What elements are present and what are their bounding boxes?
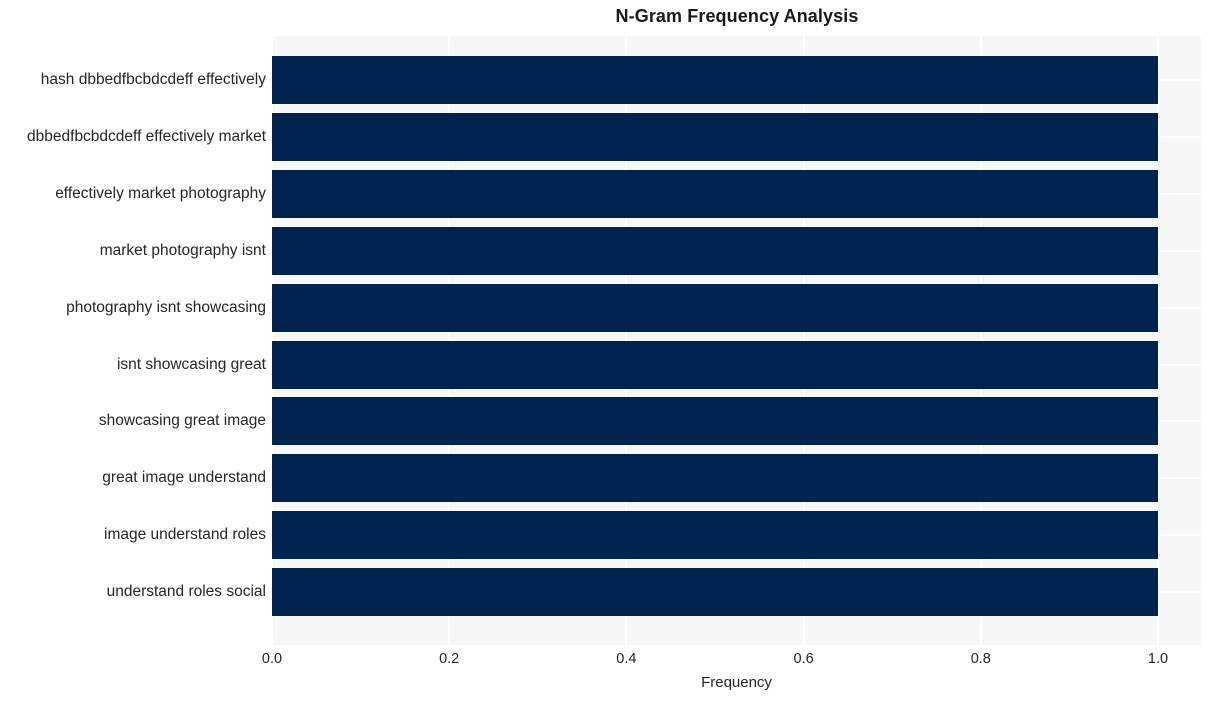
y-axis-tick-label: isnt showcasing great [116,356,266,373]
y-axis-tick-label: dbbedfbcbdcdeff effectively market [27,128,266,145]
y-axis-tick-label: great image understand [102,469,266,486]
x-axis-tick-label: 0.8 [970,651,991,667]
y-axis-tick-label: photography isnt showcasing [66,299,266,316]
bar[interactable] [272,568,1158,616]
bar[interactable] [272,454,1158,502]
x-axis-tick-label: 1.0 [1147,651,1169,667]
bar[interactable] [272,284,1158,332]
y-axis-tick-label: hash dbbedfbcbdcdeff effectively [40,71,266,88]
y-axis-tick-label: image understand roles [104,526,266,543]
x-axis-tick-label: 0.0 [261,651,283,667]
bar[interactable] [272,341,1158,389]
bar[interactable] [272,56,1158,104]
x-axis-tick-labels: 0.0 0.2 0.4 0.6 0.8 1.0 [0,651,1212,673]
chart-figure: N-Gram Frequency Analysis hash dbbedfbcb… [0,0,1212,701]
y-axis-tick-label: effectively market photography [55,185,266,202]
y-axis-tick-label: showcasing great image [98,412,266,429]
x-axis-tick-label: 0.4 [616,651,637,667]
y-axis-tick-label: understand roles social [106,583,266,600]
bar[interactable] [272,227,1158,275]
y-axis-tick-label: market photography isnt [99,242,266,259]
bar[interactable] [272,113,1158,161]
bar[interactable] [272,170,1158,218]
plot-area [272,36,1201,645]
page-title: N-Gram Frequency Analysis [615,6,859,26]
x-axis-tick-label: 0.6 [793,651,814,667]
bar[interactable] [272,511,1158,559]
x-axis-tick-label: 0.2 [439,651,460,667]
x-axis-title: Frequency [701,674,772,691]
bar[interactable] [272,397,1158,445]
y-axis-category-labels: hash dbbedfbcbdcdeff effectively dbbedfbc… [0,36,266,645]
